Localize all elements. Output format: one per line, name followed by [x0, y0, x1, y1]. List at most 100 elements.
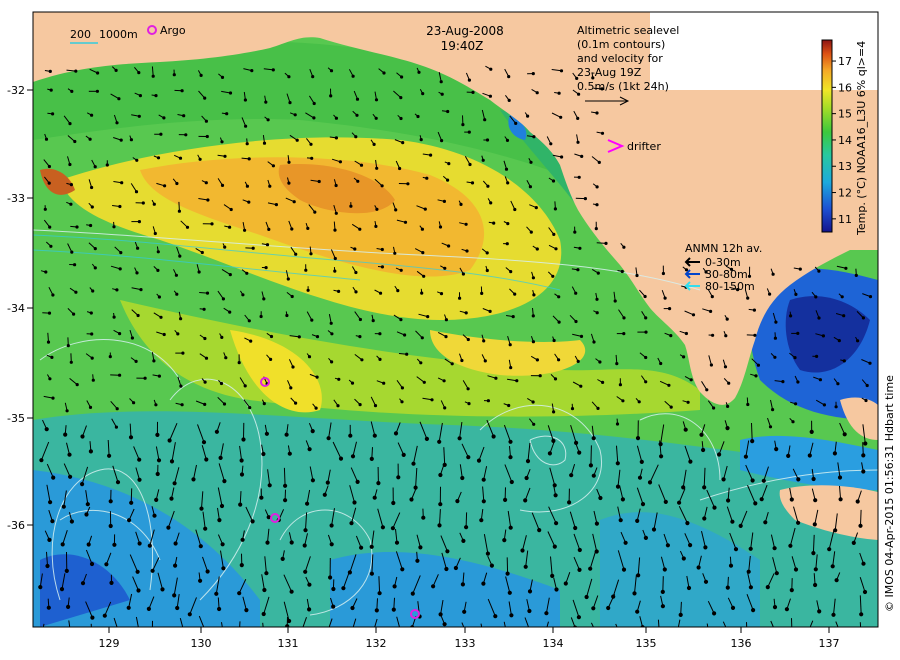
velocity-arrow-head: [268, 184, 272, 188]
velocity-arrow-head: [460, 475, 465, 481]
velocity-arrow-head: [264, 266, 268, 270]
velocity-arrow-head: [374, 224, 378, 228]
velocity-arrow-head: [353, 247, 357, 251]
velocity-arrow-head: [459, 202, 463, 206]
velocity-arrow-head: [222, 479, 227, 484]
velocity-arrow-head: [594, 521, 600, 526]
velocity-arrow-head: [336, 404, 340, 408]
velocity-arrow-head: [262, 297, 266, 301]
velocity-arrow-head: [85, 502, 90, 507]
velocity-arrow-head: [66, 344, 70, 348]
velocity-arrow-head: [137, 457, 142, 462]
velocity-arrow-head: [266, 515, 271, 520]
velocity-arrow-head: [401, 452, 406, 457]
velocity-arrow-head: [446, 178, 450, 182]
velocity-arrow-head: [691, 313, 696, 317]
velocity-arrow-head: [352, 500, 357, 505]
velocity-arrow-head: [794, 292, 798, 296]
velocity-arrow-head: [238, 634, 241, 637]
velocity-arrow-head: [151, 74, 155, 78]
velocity-arrow-head: [297, 335, 301, 339]
velocity-arrow-head: [458, 296, 462, 300]
velocity-arrow-head: [659, 361, 663, 366]
velocity-arrow-head: [115, 288, 119, 292]
velocity-arrow-head: [595, 185, 599, 189]
velocity-arrow-head: [531, 72, 535, 76]
velocity-arrow-head: [380, 525, 385, 530]
velocity-arrow-head: [379, 291, 383, 295]
velocity-arrow-head: [838, 629, 841, 632]
velocity-arrow-head: [684, 331, 689, 336]
velocity-arrow-head: [135, 271, 139, 275]
velocity-arrow-head: [51, 396, 55, 400]
velocity-arrow-head: [306, 288, 310, 292]
velocity-arrow-head: [595, 297, 599, 301]
velocity-arrow-head: [155, 432, 160, 437]
velocity-arrow-head: [532, 422, 536, 426]
velocity-arrow-head: [509, 270, 513, 274]
velocity-arrow-head: [51, 112, 55, 116]
velocity-arrow-head: [421, 515, 426, 520]
velocity-arrow-head: [576, 140, 580, 144]
velocity-arrow-head: [537, 528, 542, 533]
velocity-arrow-head: [535, 91, 539, 95]
velocity-arrow-head: [464, 525, 469, 530]
y-tick-labels: -32 -33 -34 -35 -36: [7, 84, 25, 532]
velocity-arrow-head: [827, 547, 832, 552]
velocity-arrow-head: [577, 92, 581, 96]
velocity-arrow-head: [354, 270, 358, 275]
velocity-arrow-head: [406, 182, 410, 186]
velocity-arrow-head: [743, 454, 749, 459]
velocity-arrow-head: [471, 90, 475, 95]
velocity-arrow-head: [290, 294, 294, 299]
velocity-arrow-head: [155, 471, 160, 477]
velocity-arrow-head: [580, 154, 584, 158]
velocity-arrow-head: [547, 451, 553, 456]
velocity-arrow-head: [245, 142, 249, 146]
title-date: 23-Aug-2008: [426, 24, 504, 38]
velocity-arrow-head: [491, 434, 496, 439]
velocity-arrow-head: [595, 111, 599, 115]
velocity-arrow-head: [506, 181, 510, 185]
velocity-arrow-head: [442, 622, 447, 627]
velocity-arrow-head: [838, 497, 843, 502]
velocity-arrow-head: [520, 548, 525, 553]
velocity-arrow-head: [237, 361, 241, 365]
x-tick-label: 129: [99, 637, 120, 650]
velocity-arrow-head: [486, 399, 490, 403]
velocity-arrow-head: [331, 604, 336, 609]
velocity-arrow-head: [294, 401, 298, 405]
velocity-arrow-head: [292, 200, 296, 204]
velocity-arrow-head: [438, 225, 443, 229]
velocity-arrow-head: [659, 454, 664, 459]
velocity-arrow-head: [746, 296, 750, 300]
velocity-arrow-head: [241, 293, 245, 297]
velocity-arrow: [130, 488, 133, 503]
velocity-arrow-head: [141, 201, 145, 205]
velocity-arrow-head: [65, 409, 69, 413]
velocity-arrow-head: [119, 138, 123, 142]
velocity-arrow-head: [93, 247, 97, 251]
velocity-arrow-head: [176, 332, 180, 336]
velocity-arrow-head: [747, 274, 752, 278]
velocity-arrow-head: [399, 268, 403, 272]
velocity-arrow-head: [317, 179, 321, 184]
velocity-arrow-head: [356, 179, 360, 183]
velocity-arrow-head: [172, 481, 177, 486]
velocity-arrow-head: [220, 140, 224, 144]
velocity-arrow-head: [203, 526, 208, 531]
velocity-arrow-head: [620, 497, 626, 502]
velocity-arrow-head: [598, 638, 601, 641]
velocity-arrow: [791, 618, 793, 627]
velocity-arrow-head: [513, 207, 517, 212]
velocity-arrow-head: [400, 400, 404, 404]
x-tick-label: 130: [191, 637, 212, 650]
velocity-arrow-head: [421, 92, 425, 96]
anmn-title: ANMN 12h av.: [685, 242, 762, 255]
velocity-arrow-head: [152, 202, 156, 206]
velocity-arrow-head: [868, 361, 872, 365]
velocity-arrow-head: [591, 436, 596, 441]
velocity-arrow-head: [108, 523, 113, 529]
velocity-arrow-head: [331, 586, 336, 592]
velocity-arrow-head: [796, 520, 801, 525]
